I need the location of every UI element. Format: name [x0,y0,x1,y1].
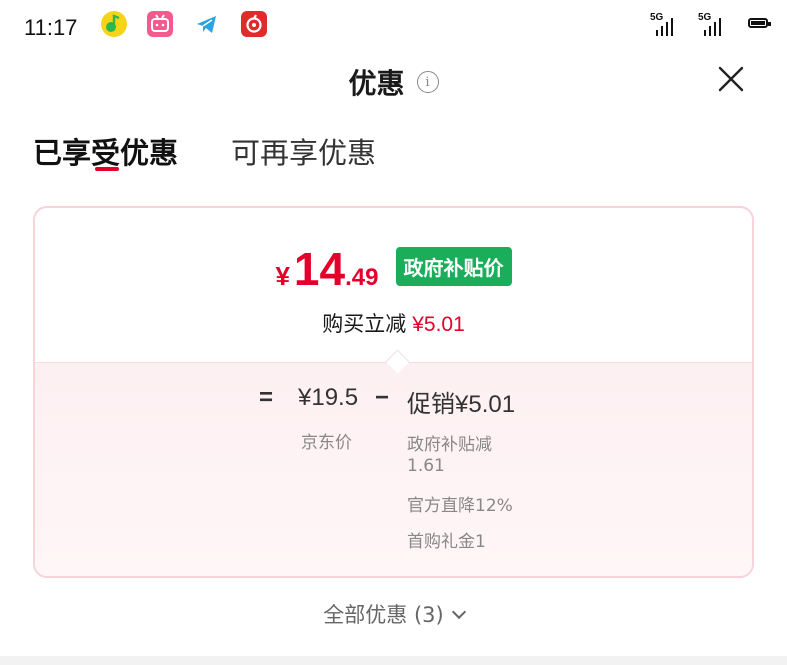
status-bar: 11:17 5G 5G [0,0,787,50]
title-text: 优惠 [348,67,405,100]
promo-detail: 官方直降12% [407,496,513,516]
active-tab-indicator [95,167,119,171]
all-offers-link[interactable]: 全部优惠 (3) [0,599,787,629]
price-decimal: .49 [345,264,379,291]
tab-more-offers[interactable]: 可再享优惠 [231,130,376,172]
music-app-icon [101,11,127,37]
subsidy-badge: 政府补贴价 [395,247,512,286]
bottom-divider [0,656,787,665]
price-currency: ¥ [275,261,290,291]
promo-label: 促销 [407,390,455,418]
equals-sign: = [259,384,274,411]
netease-music-icon [241,11,267,37]
promo-amount: ¥5.01 [455,391,516,418]
status-time: 11:17 [24,15,78,40]
page-title: 优惠 i [0,62,787,102]
telegram-icon [197,16,216,33]
offer-card: ¥ 14 .49 政府补贴价 购买立减 ¥5.01 = ¥19.5 − 促销¥5.… [33,206,754,578]
tab-enjoyed-offers[interactable]: 已享受优惠 [33,130,178,172]
battery-icon [748,18,771,28]
discount-row: 购买立减 ¥5.01 [35,308,752,338]
discount-label: 购买立减 [322,312,407,336]
all-offers-label: 全部优惠 (3) [323,603,444,627]
info-icon[interactable]: i [416,71,439,93]
price-integer: 14 [293,243,346,295]
final-price-row: ¥ 14 .49 政府补贴价 [35,242,752,296]
chevron-down-icon [451,604,466,620]
discount-amount: ¥5.01 [412,313,465,336]
jd-price-label: 京东价 [301,433,352,453]
signal-icon: 5G [650,12,680,38]
promo-detail: 首购礼金1 [407,532,486,552]
jd-price: ¥19.5 [298,384,359,411]
close-icon[interactable] [716,64,746,94]
breakdown-panel [35,362,752,576]
signal-icon: 5G [698,12,728,38]
minus-sign: − [375,384,390,411]
promo-discount: 促销¥5.01 [407,384,515,419]
bilibili-icon [147,11,173,37]
promo-detail: 1.61 [407,456,445,476]
promo-detail: 政府补贴减 [407,435,492,455]
